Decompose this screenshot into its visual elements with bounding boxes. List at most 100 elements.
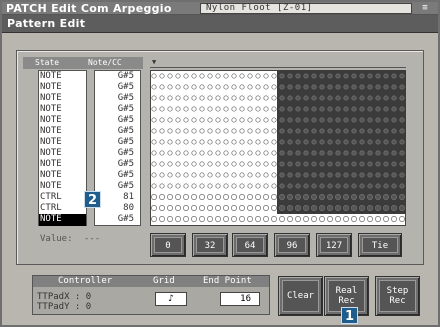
grid-cell[interactable] bbox=[255, 216, 261, 222]
grid-cell[interactable] bbox=[159, 106, 165, 112]
grid-cell[interactable] bbox=[319, 161, 325, 167]
grid-cell[interactable] bbox=[343, 161, 349, 167]
grid-cell[interactable] bbox=[215, 73, 221, 79]
grid-cell[interactable] bbox=[215, 183, 221, 189]
grid-cell[interactable] bbox=[303, 172, 309, 178]
grid-cell[interactable] bbox=[215, 128, 221, 134]
grid-cell[interactable] bbox=[295, 128, 301, 134]
grid-cell[interactable] bbox=[279, 172, 285, 178]
grid-cell[interactable] bbox=[391, 106, 397, 112]
grid-cell[interactable] bbox=[223, 216, 229, 222]
grid-cell[interactable] bbox=[247, 194, 253, 200]
grid-cell[interactable] bbox=[319, 183, 325, 189]
grid-cell[interactable] bbox=[375, 161, 381, 167]
grid-cell[interactable] bbox=[375, 216, 381, 222]
grid-cell[interactable] bbox=[167, 139, 173, 145]
grid-cell[interactable] bbox=[183, 161, 189, 167]
grid-cell[interactable] bbox=[263, 139, 269, 145]
grid-cell[interactable] bbox=[159, 117, 165, 123]
grid-cell[interactable] bbox=[399, 205, 405, 211]
grid-cell[interactable] bbox=[383, 117, 389, 123]
grid-cell[interactable] bbox=[399, 139, 405, 145]
grid-cell[interactable] bbox=[175, 183, 181, 189]
grid-cell[interactable] bbox=[199, 183, 205, 189]
grid-cell[interactable] bbox=[231, 205, 237, 211]
grid-cell[interactable] bbox=[167, 95, 173, 101]
grid-cell[interactable] bbox=[231, 106, 237, 112]
grid-cell[interactable] bbox=[287, 73, 293, 79]
grid-cell[interactable] bbox=[199, 161, 205, 167]
grid-cell[interactable] bbox=[375, 205, 381, 211]
grid-cell[interactable] bbox=[255, 73, 261, 79]
grid-cell[interactable] bbox=[151, 150, 157, 156]
grid-cell[interactable] bbox=[279, 128, 285, 134]
grid-cell[interactable] bbox=[223, 172, 229, 178]
grid-cell[interactable] bbox=[239, 161, 245, 167]
grid-cell[interactable] bbox=[399, 106, 405, 112]
grid-cell[interactable] bbox=[399, 95, 405, 101]
grid-cell[interactable] bbox=[199, 139, 205, 145]
grid-cell[interactable] bbox=[295, 205, 301, 211]
grid-cell[interactable] bbox=[247, 205, 253, 211]
grid-cell[interactable] bbox=[327, 172, 333, 178]
grid-cell[interactable] bbox=[287, 128, 293, 134]
grid-cell[interactable] bbox=[303, 194, 309, 200]
grid-cell[interactable] bbox=[231, 194, 237, 200]
grid-cell[interactable] bbox=[391, 128, 397, 134]
grid-cell[interactable] bbox=[263, 73, 269, 79]
grid-cell[interactable] bbox=[263, 117, 269, 123]
grid-cell[interactable] bbox=[271, 161, 277, 167]
grid-cell[interactable] bbox=[271, 194, 277, 200]
grid-cell[interactable] bbox=[359, 106, 365, 112]
grid-cell[interactable] bbox=[255, 194, 261, 200]
grid-cell[interactable] bbox=[295, 161, 301, 167]
grid-cell[interactable] bbox=[375, 172, 381, 178]
grid-cell[interactable] bbox=[399, 128, 405, 134]
grid-cell[interactable] bbox=[359, 117, 365, 123]
grid-cell[interactable] bbox=[375, 150, 381, 156]
grid-cell[interactable] bbox=[247, 73, 253, 79]
grid-cell[interactable] bbox=[335, 84, 341, 90]
grid-cell[interactable] bbox=[375, 194, 381, 200]
grid-cell[interactable] bbox=[263, 216, 269, 222]
grid-cell[interactable] bbox=[351, 106, 357, 112]
grid-cell[interactable] bbox=[335, 128, 341, 134]
grid-cell[interactable] bbox=[399, 172, 405, 178]
grid-cell[interactable] bbox=[199, 128, 205, 134]
grid-cell[interactable] bbox=[359, 139, 365, 145]
grid-cell[interactable] bbox=[215, 117, 221, 123]
grid-cell[interactable] bbox=[335, 194, 341, 200]
grid-cell[interactable] bbox=[167, 84, 173, 90]
grid-cell[interactable] bbox=[231, 161, 237, 167]
grid-cell[interactable] bbox=[175, 139, 181, 145]
end-point-field[interactable]: 16 bbox=[220, 292, 260, 306]
grid-cell[interactable] bbox=[287, 139, 293, 145]
grid-cell[interactable] bbox=[167, 161, 173, 167]
grid-cell[interactable] bbox=[167, 150, 173, 156]
grid-cell[interactable] bbox=[359, 84, 365, 90]
grid-cell[interactable] bbox=[263, 172, 269, 178]
grid-cell[interactable] bbox=[391, 150, 397, 156]
grid-cell[interactable] bbox=[271, 150, 277, 156]
grid-cell[interactable] bbox=[151, 73, 157, 79]
grid-cell[interactable] bbox=[279, 106, 285, 112]
grid-cell[interactable] bbox=[311, 106, 317, 112]
grid-cell[interactable] bbox=[279, 95, 285, 101]
grid-cell[interactable] bbox=[239, 84, 245, 90]
grid-cell[interactable] bbox=[303, 150, 309, 156]
grid-cell[interactable] bbox=[167, 194, 173, 200]
grid-cell[interactable] bbox=[231, 172, 237, 178]
grid-cell[interactable] bbox=[311, 84, 317, 90]
grid-cell[interactable] bbox=[335, 150, 341, 156]
grid-cell[interactable] bbox=[319, 172, 325, 178]
grid-cell[interactable] bbox=[391, 73, 397, 79]
grid-cell[interactable] bbox=[247, 150, 253, 156]
grid-cell[interactable] bbox=[263, 183, 269, 189]
grid-cell[interactable] bbox=[311, 139, 317, 145]
grid-cell[interactable] bbox=[319, 216, 325, 222]
grid-cell[interactable] bbox=[311, 205, 317, 211]
grid-cell[interactable] bbox=[359, 161, 365, 167]
grid-cell[interactable] bbox=[263, 84, 269, 90]
grid-cell[interactable] bbox=[279, 139, 285, 145]
grid-cell[interactable] bbox=[151, 139, 157, 145]
